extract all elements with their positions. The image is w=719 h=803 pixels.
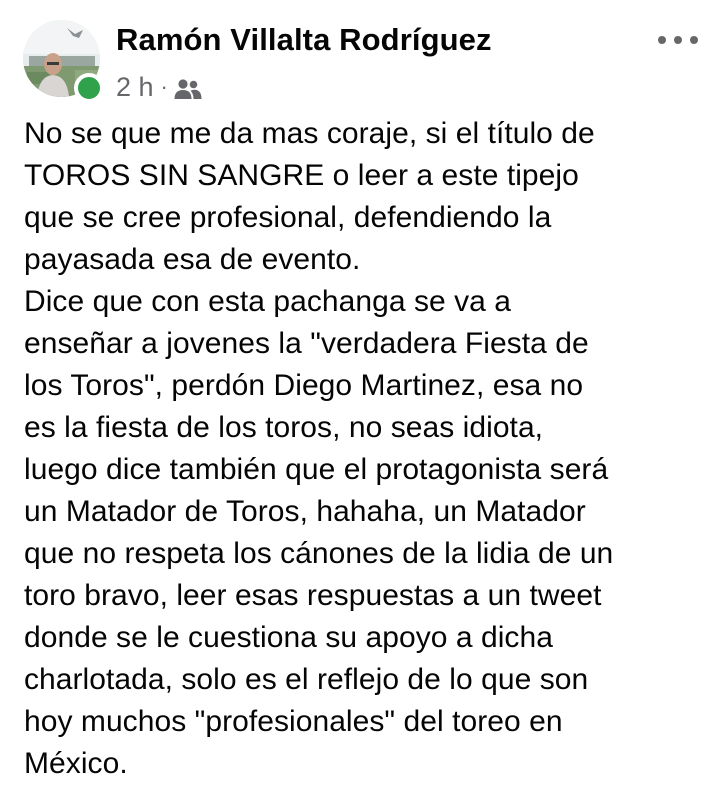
post-header: Ramón Villalta Rodríguez 2 h ·	[0, 0, 719, 110]
post-paragraph: Dice que con esta pachanga se va a enseñ…	[24, 285, 614, 780]
author-name[interactable]: Ramón Villalta Rodríguez	[116, 22, 492, 58]
meta-separator: ·	[160, 74, 168, 99]
more-options-icon[interactable]	[658, 30, 698, 50]
facebook-post: Ramón Villalta Rodríguez 2 h · No se que…	[0, 0, 719, 803]
more-dot	[690, 36, 698, 44]
post-meta: 2 h ·	[116, 70, 202, 104]
more-dot	[658, 36, 666, 44]
post-paragraph: No se que me da mas coraje, si el título…	[24, 117, 595, 276]
post-text: No se que me da mas coraje, si el título…	[24, 113, 704, 785]
friends-icon[interactable]	[174, 76, 202, 99]
more-dot	[674, 36, 682, 44]
online-status-indicator	[74, 73, 104, 103]
post-timestamp[interactable]: 2 h	[116, 72, 154, 103]
